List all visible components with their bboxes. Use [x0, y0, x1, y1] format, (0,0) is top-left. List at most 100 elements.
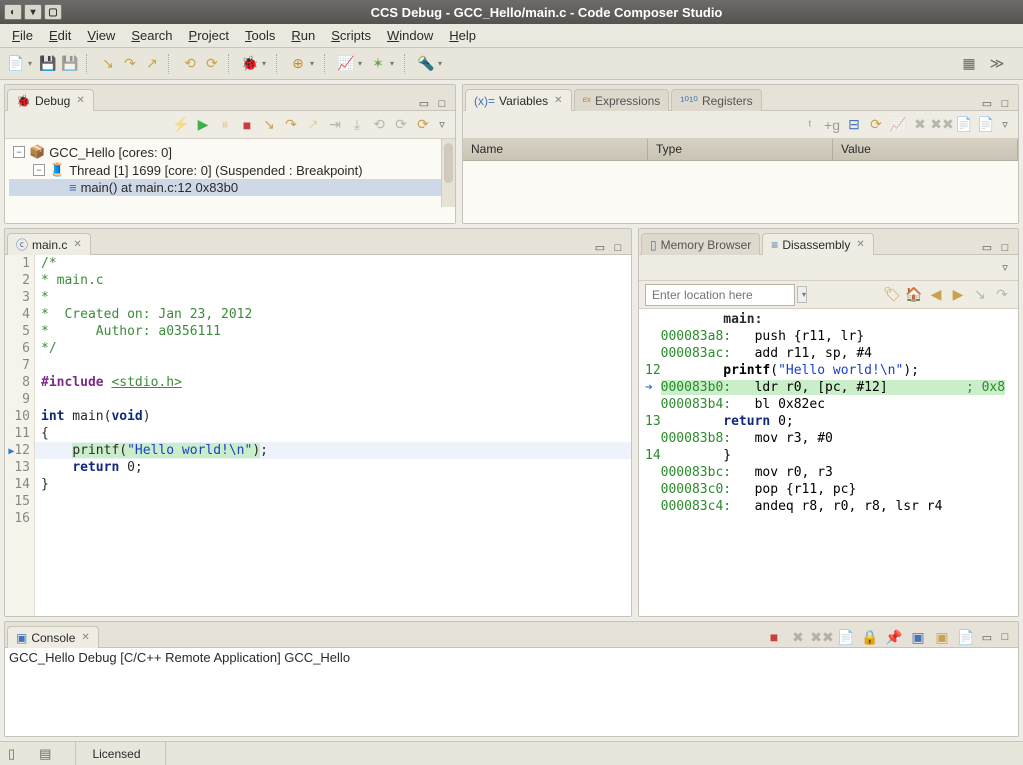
step-return-icon[interactable]: ↗ [303, 115, 323, 135]
window-minimize-button[interactable]: ▾ [24, 4, 42, 20]
dropdown-icon[interactable]: ▾ [390, 59, 398, 68]
add-global-icon[interactable]: +g [822, 115, 842, 135]
column-header[interactable]: Type [648, 139, 833, 160]
dropdown-icon[interactable]: ▾ [358, 59, 366, 68]
show-type-icon[interactable]: ᵗ [800, 115, 820, 135]
menu-item[interactable]: Project [183, 26, 235, 45]
display-icon[interactable]: ▣ [908, 627, 928, 647]
disassembly-view[interactable]: main: 000083a8: push {r11, lr} 000083ac:… [639, 309, 1018, 616]
refresh-icon[interactable]: ⟳ [202, 54, 222, 74]
window-maximize-button[interactable]: ▢ [44, 4, 62, 20]
refresh-icon[interactable]: ⟳ [866, 115, 886, 135]
status-icon[interactable]: ▤ [39, 746, 51, 762]
clear-icon[interactable]: 📄 [836, 627, 856, 647]
step-over-icon[interactable]: ↷ [120, 54, 140, 74]
refresh-icon[interactable]: ⟳ [413, 115, 433, 135]
go-to-icon[interactable]: 🏷 [882, 285, 902, 305]
step-return-icon[interactable]: ↗ [142, 54, 162, 74]
restart-icon[interactable]: ⟲ [369, 115, 389, 135]
minimize-view-icon[interactable]: ▭ [593, 241, 607, 254]
tab-disassembly[interactable]: ≡ Disassembly ✕ [762, 233, 873, 255]
target-icon[interactable]: ⊕ [288, 54, 308, 74]
terminate-icon[interactable]: ■ [237, 115, 257, 135]
collapse-all-icon[interactable]: ⊟ [844, 115, 864, 135]
menu-item[interactable]: File [6, 26, 39, 45]
dropdown-icon[interactable]: ▾ [310, 59, 318, 68]
connect-icon[interactable]: ⚡ [171, 115, 191, 135]
minimize-view-icon[interactable]: ▭ [417, 97, 431, 110]
scroll-lock-icon[interactable]: 🔒 [860, 627, 880, 647]
tab-registers[interactable]: ¹⁰¹⁰ Registers [671, 89, 761, 111]
remove-icon[interactable]: ✖ [910, 115, 930, 135]
close-icon[interactable]: ✕ [81, 632, 89, 643]
step-icon[interactable]: ↷ [992, 285, 1012, 305]
tab-memory[interactable]: ▯ Memory Browser [641, 233, 760, 255]
tab-debug[interactable]: 🐞 Debug ✕ [7, 89, 94, 111]
resume-icon[interactable]: ▶ [193, 115, 213, 135]
step-into-icon[interactable]: ↘ [98, 54, 118, 74]
menu-item[interactable]: View [81, 26, 121, 45]
source-editor[interactable]: 1234567891011▶1213141516/** main.c** Cre… [5, 255, 631, 616]
suspend-icon[interactable]: ⏸ [215, 115, 235, 135]
dropdown-icon[interactable]: ▾ [797, 286, 807, 303]
console-output[interactable]: GCC_Hello Debug [C/C++ Remote Applicatio… [5, 648, 1018, 736]
perspective-icon[interactable]: ▦ [959, 54, 979, 74]
asm-step-icon[interactable]: ⇥ [325, 115, 345, 135]
tab-expressions[interactable]: ᵉˣ Expressions [574, 89, 670, 111]
collapse-icon[interactable]: − [13, 146, 25, 158]
minimize-view-icon[interactable]: ▭ [980, 241, 994, 254]
maximize-view-icon[interactable]: □ [611, 242, 625, 254]
column-header[interactable]: Name [463, 139, 648, 160]
window-menu-button[interactable]: ◐ [4, 4, 22, 20]
new-console-icon[interactable]: 📄 [956, 627, 976, 647]
tab-variables[interactable]: (x)= Variables ✕ [465, 89, 572, 111]
tab-editor[interactable]: ⓒ main.c ✕ [7, 233, 91, 255]
more-icon[interactable]: ≫ [987, 54, 1007, 74]
step-into-icon[interactable]: ↘ [259, 115, 279, 135]
status-icon[interactable]: ▯ [8, 746, 15, 762]
view-menu-icon[interactable]: ▿ [435, 118, 449, 131]
new-view-icon[interactable]: 📄 [954, 115, 974, 135]
location-input[interactable] [645, 284, 795, 306]
minimize-view-icon[interactable]: ▭ [980, 631, 994, 644]
remove-icon[interactable]: ✖ [788, 627, 808, 647]
menu-item[interactable]: Run [285, 26, 321, 45]
maximize-view-icon[interactable]: □ [998, 98, 1012, 110]
maximize-view-icon[interactable]: □ [998, 242, 1012, 254]
maximize-view-icon[interactable]: □ [998, 631, 1012, 643]
search-icon[interactable]: 🔦 [416, 54, 436, 74]
scrollbar[interactable] [441, 139, 455, 207]
close-icon[interactable]: ✕ [73, 239, 81, 250]
dropdown-icon[interactable]: ▾ [438, 59, 446, 68]
pin-icon[interactable]: 📄 [976, 115, 996, 135]
save-icon[interactable]: 💾 [38, 54, 58, 74]
terminate-icon[interactable]: ■ [764, 627, 784, 647]
remove-all-icon[interactable]: ✖✖ [812, 627, 832, 647]
reset-icon[interactable]: ⟳ [391, 115, 411, 135]
view-menu-icon[interactable]: ▿ [998, 261, 1012, 274]
collapse-icon[interactable]: − [33, 164, 45, 176]
restart-icon[interactable]: ⟲ [180, 54, 200, 74]
debug-tree[interactable]: − 📦 GCC_Hello [cores: 0] − 🧵 Thread [1] … [5, 139, 455, 223]
open-console-icon[interactable]: ▣ [932, 627, 952, 647]
home-icon[interactable]: 🏠 [904, 285, 924, 305]
remove-all-icon[interactable]: ✖✖ [932, 115, 952, 135]
chart-icon[interactable]: 📈 [336, 54, 356, 74]
column-header[interactable]: Value [833, 139, 1018, 160]
menu-item[interactable]: Scripts [325, 26, 377, 45]
tab-console[interactable]: ▣ Console ✕ [7, 626, 99, 648]
menu-item[interactable]: Help [443, 26, 482, 45]
maximize-view-icon[interactable]: □ [435, 98, 449, 110]
dropdown-icon[interactable]: ▾ [262, 59, 270, 68]
dropdown-icon[interactable]: ▾ [28, 59, 36, 68]
save-all-icon[interactable]: 💾 [60, 54, 80, 74]
variables-table[interactable]: Name Type Value [463, 139, 1018, 223]
close-icon[interactable]: ✕ [856, 239, 864, 250]
new-icon[interactable]: 📄 [6, 54, 26, 74]
menu-item[interactable]: Search [125, 26, 178, 45]
graph-icon[interactable]: 📈 [888, 115, 908, 135]
new-target-icon[interactable]: ✶ [368, 54, 388, 74]
pin-icon[interactable]: 📌 [884, 627, 904, 647]
minimize-view-icon[interactable]: ▭ [980, 97, 994, 110]
link-back-icon[interactable]: ◀ [926, 285, 946, 305]
